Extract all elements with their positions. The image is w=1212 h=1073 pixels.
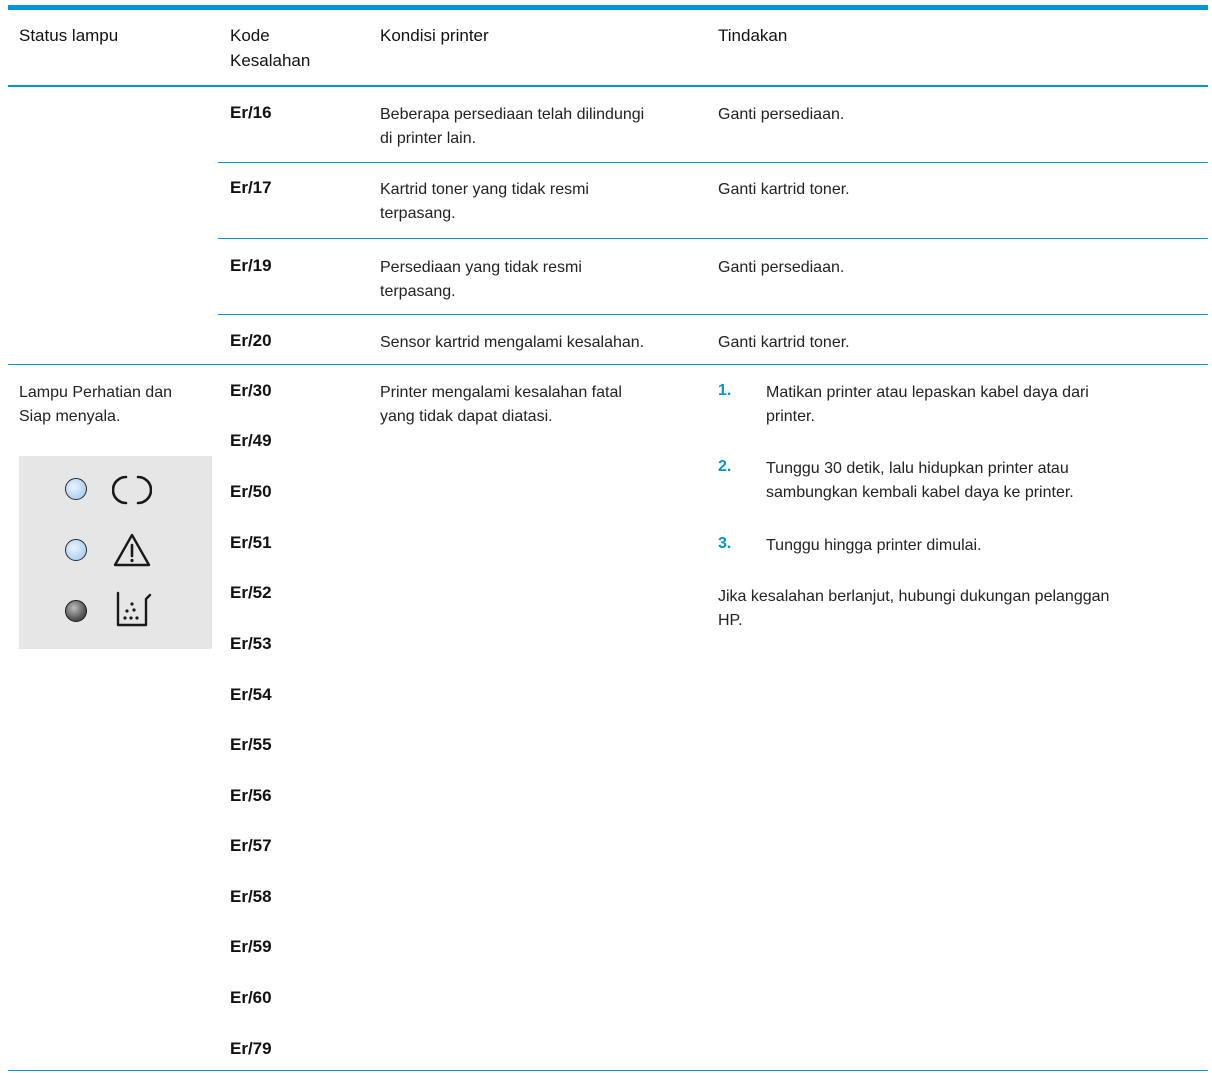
- condition-line: Kartrid toner yang tidak resmi: [380, 181, 589, 198]
- header-action: Tindakan: [718, 26, 788, 45]
- attention-led-on: [65, 539, 87, 561]
- note-line: HP.: [718, 612, 743, 629]
- step-line: printer.: [766, 408, 815, 425]
- section-rule: [8, 364, 1208, 365]
- error-code: Er/49: [230, 431, 272, 450]
- action-text: Ganti kartrid toner.: [718, 334, 850, 351]
- condition-line: Printer mengalami kesalahan fatal: [380, 384, 622, 401]
- error-code: Er/20: [230, 331, 272, 350]
- error-code: Er/54: [230, 685, 272, 704]
- step-number: 3.: [718, 535, 732, 552]
- step-line: sambungkan kembali kabel daya ke printer…: [766, 484, 1074, 501]
- condition-line: terpasang.: [380, 205, 456, 222]
- error-code: Er/56: [230, 786, 272, 805]
- status-line: Siap menyala.: [19, 408, 121, 425]
- error-code: Er/52: [230, 583, 272, 602]
- condition-line: Persediaan yang tidak resmi: [380, 259, 582, 276]
- error-code: Er/50: [230, 482, 272, 501]
- toner-led-off: [65, 600, 87, 622]
- step-line: Tunggu hingga printer dimulai.: [766, 537, 982, 554]
- error-code: Er/58: [230, 887, 272, 906]
- control-panel-lights: [19, 456, 212, 649]
- error-code: Er/59: [230, 937, 272, 956]
- header-rule: [8, 85, 1208, 87]
- note-line: Jika kesalahan berlanjut, hubungi dukung…: [718, 588, 1110, 605]
- step-line: Tunggu 30 detik, lalu hidupkan printer a…: [766, 460, 1069, 477]
- table-bottom-rule: [8, 1070, 1208, 1071]
- row-rule: [218, 162, 1208, 163]
- toner-icon: [116, 591, 152, 627]
- step-line: Matikan printer atau lepaskan kabel daya…: [766, 384, 1089, 401]
- row-rule: [218, 314, 1208, 315]
- error-code: Er/17: [230, 178, 272, 197]
- header-status: Status lampu: [19, 26, 119, 45]
- error-code: Er/51: [230, 533, 272, 552]
- step-number: 2.: [718, 458, 732, 475]
- error-code: Er/57: [230, 836, 272, 855]
- condition-line: di printer lain.: [380, 130, 477, 147]
- condition-line: yang tidak dapat diatasi.: [380, 408, 553, 425]
- condition-line: Beberapa persediaan telah dilindungi: [380, 106, 645, 123]
- attention-warning-icon: [113, 533, 151, 567]
- header-condition: Kondisi printer: [380, 26, 489, 45]
- error-code: Er/60: [230, 988, 272, 1007]
- error-code: Er/16: [230, 103, 272, 122]
- error-code: Er/55: [230, 735, 272, 754]
- step-number: 1.: [718, 382, 732, 399]
- condition-line: terpasang.: [380, 283, 456, 300]
- ready-led-on: [65, 478, 87, 500]
- error-code: Er/30: [230, 381, 272, 400]
- row-rule: [218, 238, 1208, 239]
- status-line: Lampu Perhatian dan: [19, 384, 172, 401]
- header-code-line1: Kode: [230, 26, 270, 45]
- error-code: Er/53: [230, 634, 272, 653]
- condition-line: Sensor kartrid mengalami kesalahan.: [380, 334, 645, 351]
- error-code: Er/79: [230, 1039, 272, 1058]
- error-code: Er/19: [230, 256, 272, 275]
- action-text: Ganti persediaan.: [718, 106, 845, 123]
- header-code-line2: Kesalahan: [230, 51, 311, 70]
- ready-power-icon: [112, 475, 152, 505]
- table-top-rule: [8, 5, 1208, 10]
- action-text: Ganti kartrid toner.: [718, 181, 850, 198]
- action-text: Ganti persediaan.: [718, 259, 845, 276]
